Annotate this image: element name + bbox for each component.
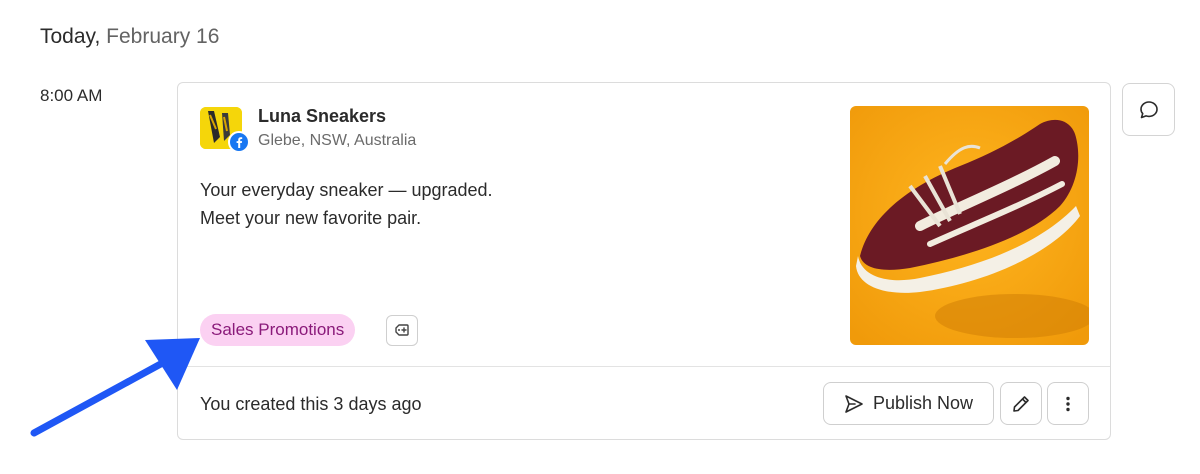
edit-button[interactable] [1000, 382, 1042, 425]
account-avatar [200, 107, 250, 153]
publish-now-button[interactable]: Publish Now [823, 382, 994, 425]
today-label: Today, [40, 25, 101, 48]
account-name: Luna Sneakers [258, 106, 387, 126]
time-slot-label: 8:00 AM [40, 86, 103, 105]
comment-button[interactable] [1122, 83, 1175, 136]
tag-plus-icon [395, 323, 409, 336]
send-icon [845, 394, 863, 413]
post-image-sneaker[interactable] [850, 106, 1089, 345]
post-text-line: Meet your new favorite pair. [200, 208, 422, 228]
date-label: February 16 [106, 25, 220, 48]
more-vertical-icon [1066, 396, 1070, 411]
date-heading: Today, February 16 [40, 25, 219, 49]
more-options-button[interactable] [1047, 382, 1089, 425]
created-info: You created this 3 days ago [200, 394, 422, 414]
facebook-icon [228, 131, 250, 153]
comment-icon [1139, 100, 1158, 118]
post-card[interactable]: Luna Sneakers Glebe, NSW, Australia Your… [177, 82, 1111, 440]
pencil-icon [1013, 395, 1029, 412]
publish-now-label: Publish Now [872, 393, 974, 413]
post-text: Your everyday sneaker — upgraded. Meet y… [200, 176, 493, 232]
card-divider [178, 366, 1110, 367]
add-tag-button[interactable] [386, 315, 418, 346]
account-location: Glebe, NSW, Australia [258, 132, 417, 149]
tag-sales-promotions[interactable]: Sales Promotions [200, 314, 356, 346]
post-text-line: Your everyday sneaker — upgraded. [200, 180, 493, 200]
